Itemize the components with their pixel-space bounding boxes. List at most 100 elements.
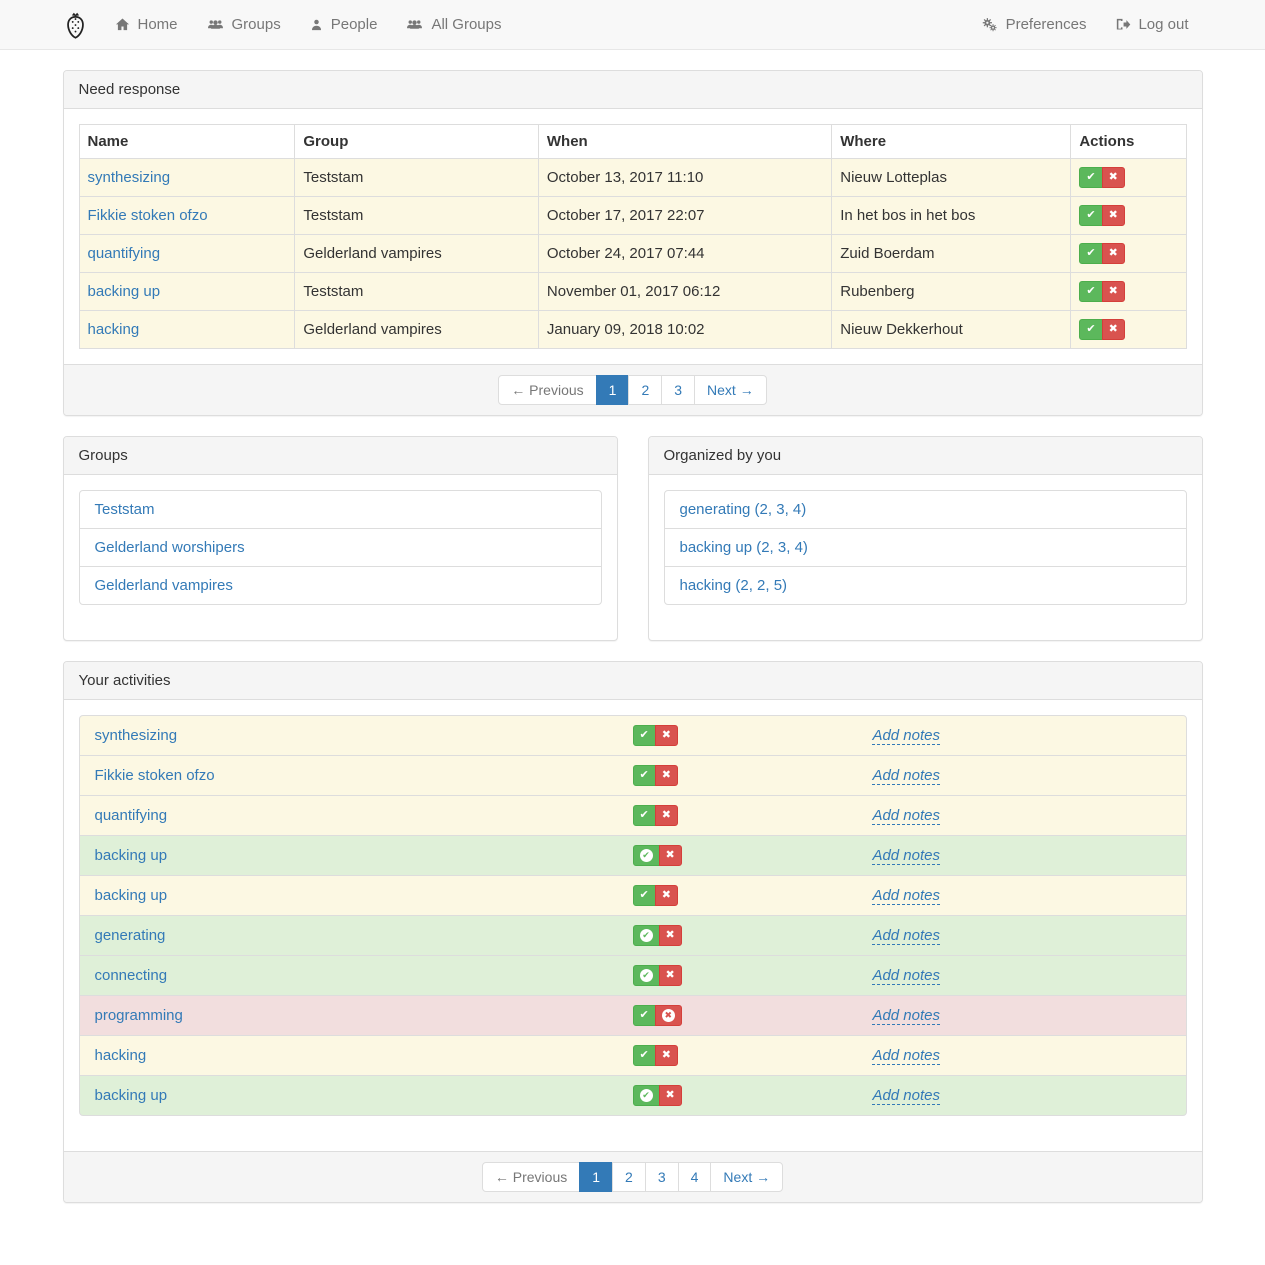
pagination-previous[interactable]: ← Previous — [498, 375, 596, 405]
decline-button[interactable]: ✖ — [1102, 281, 1125, 302]
x-icon: ✖ — [1109, 324, 1118, 335]
x-icon: ✖ — [666, 930, 675, 941]
accept-button[interactable]: ✔✔ — [633, 845, 660, 866]
organized-activity-link[interactable]: generating (2, 3, 4) — [664, 490, 1187, 529]
pagination-page-1[interactable]: 1 — [596, 375, 630, 405]
accept-button[interactable]: ✔ — [1079, 319, 1102, 340]
navbar-right: Preferences Log out — [966, 0, 1203, 49]
your-activities-title: Your activities — [64, 662, 1202, 700]
add-notes-link[interactable]: Add notes — [872, 767, 940, 785]
add-notes-link[interactable]: Add notes — [872, 807, 940, 825]
accept-button[interactable]: ✔✔ — [633, 1045, 656, 1066]
add-notes-link[interactable]: Add notes — [872, 967, 940, 985]
row-group: Gelderland vampires — [295, 311, 539, 349]
nav-groups[interactable]: Groups — [192, 0, 295, 49]
top-navbar: Home Groups People All Groups Preference… — [0, 0, 1265, 50]
pagination-page-2[interactable]: 2 — [612, 1162, 646, 1192]
pagination-page-3[interactable]: 3 — [661, 375, 695, 405]
need-response-title: Need response — [64, 71, 1202, 109]
decline-button[interactable]: ✖ — [1102, 243, 1125, 264]
organized-activity-link[interactable]: hacking (2, 2, 5) — [664, 566, 1187, 605]
group-link[interactable]: Gelderland vampires — [79, 566, 602, 605]
accept-button[interactable]: ✔✔ — [633, 1085, 660, 1106]
activity-link[interactable]: quantifying — [95, 807, 168, 824]
add-notes-link[interactable]: Add notes — [872, 887, 940, 905]
activity-link[interactable]: programming — [95, 1007, 183, 1024]
nav-all-groups-label: All Groups — [431, 16, 501, 33]
accept-button[interactable]: ✔✔ — [633, 925, 660, 946]
pagination-page-3[interactable]: 3 — [645, 1162, 679, 1192]
decline-button[interactable]: ✖ — [1102, 205, 1125, 226]
check-circle-icon: ✔ — [640, 929, 653, 942]
decline-button[interactable]: ✖✖ — [655, 1005, 682, 1026]
decline-button[interactable]: ✖✖ — [655, 805, 678, 826]
row-where: Nieuw Dekkerhout — [832, 311, 1071, 349]
organized-activity-link[interactable]: backing up (2, 3, 4) — [664, 528, 1187, 567]
activity-link[interactable]: backing up — [95, 847, 168, 864]
nav-all-groups[interactable]: All Groups — [391, 0, 515, 49]
pagination-next[interactable]: Next → — [694, 375, 767, 405]
activity-link[interactable]: Fikkie stoken ofzo — [95, 767, 215, 784]
decline-button[interactable]: ✖✖ — [655, 885, 678, 906]
decline-button[interactable]: ✖✖ — [659, 925, 682, 946]
add-notes-link[interactable]: Add notes — [872, 847, 940, 865]
add-notes-link[interactable]: Add notes — [872, 727, 940, 745]
decline-button[interactable]: ✖✖ — [659, 965, 682, 986]
decline-button[interactable]: ✖ — [1102, 167, 1125, 188]
accept-button[interactable]: ✔ — [1079, 167, 1102, 188]
pagination-next[interactable]: Next → — [710, 1162, 783, 1192]
accept-button[interactable]: ✔✔ — [633, 725, 656, 746]
group-link[interactable]: Gelderland worshipers — [79, 528, 602, 567]
activity-link[interactable]: backing up — [88, 283, 161, 300]
nav-people[interactable]: People — [295, 0, 392, 49]
accept-button[interactable]: ✔✔ — [633, 805, 656, 826]
activity-link[interactable]: generating — [95, 927, 166, 944]
add-notes-link[interactable]: Add notes — [872, 927, 940, 945]
nav-logout[interactable]: Log out — [1100, 0, 1202, 49]
accept-button[interactable]: ✔✔ — [633, 885, 656, 906]
col-header-where: Where — [832, 125, 1071, 159]
need-response-footer: ← Previous 1 2 3 Next → — [64, 364, 1202, 415]
accept-button[interactable]: ✔✔ — [633, 1005, 656, 1026]
accept-button[interactable]: ✔✔ — [633, 965, 660, 986]
pagination-page-2[interactable]: 2 — [628, 375, 662, 405]
check-icon: ✔ — [1086, 286, 1095, 297]
decline-button[interactable]: ✖✖ — [655, 765, 678, 786]
activity-link[interactable]: backing up — [95, 887, 168, 904]
activity-link[interactable]: connecting — [95, 967, 168, 984]
add-notes-link[interactable]: Add notes — [872, 1047, 940, 1065]
row-group: Gelderland vampires — [295, 235, 539, 273]
activity-link[interactable]: quantifying — [88, 245, 161, 262]
nav-home[interactable]: Home — [100, 0, 192, 49]
activity-link[interactable]: backing up — [95, 1087, 168, 1104]
decline-button[interactable]: ✖✖ — [659, 1085, 682, 1106]
decline-button[interactable]: ✖✖ — [655, 1045, 678, 1066]
activity-link[interactable]: hacking — [95, 1047, 147, 1064]
group-link[interactable]: Teststam — [79, 490, 602, 529]
brand-logo[interactable] — [63, 0, 100, 49]
row-when: October 24, 2017 07:44 — [538, 235, 831, 273]
need-response-table: Name Group When Where Actions synthesizi… — [79, 124, 1187, 349]
accept-button[interactable]: ✔ — [1079, 281, 1102, 302]
x-icon: ✖ — [662, 890, 671, 901]
row-group: Teststam — [295, 159, 539, 197]
add-notes-link[interactable]: Add notes — [872, 1007, 940, 1025]
pagination-page-4[interactable]: 4 — [678, 1162, 712, 1192]
accept-button[interactable]: ✔ — [1079, 243, 1102, 264]
activity-link[interactable]: Fikkie stoken ofzo — [88, 207, 208, 224]
accept-button[interactable]: ✔ — [1079, 205, 1102, 226]
decline-button[interactable]: ✖ — [1102, 319, 1125, 340]
row-where: In het bos in het bos — [832, 197, 1071, 235]
activity-link[interactable]: synthesizing — [88, 169, 171, 186]
accept-button[interactable]: ✔✔ — [633, 765, 656, 786]
nav-preferences[interactable]: Preferences — [966, 0, 1101, 49]
decline-button[interactable]: ✖✖ — [659, 845, 682, 866]
activity-link[interactable]: synthesizing — [95, 727, 178, 744]
activity-row: programming ✔✔✖✖ Add notes — [79, 995, 1187, 1036]
add-notes-link[interactable]: Add notes — [872, 1087, 940, 1105]
users-icon — [206, 16, 225, 33]
activity-link[interactable]: hacking — [88, 321, 140, 338]
pagination-page-1[interactable]: 1 — [579, 1162, 613, 1192]
pagination-previous[interactable]: ← Previous — [482, 1162, 580, 1192]
decline-button[interactable]: ✖✖ — [655, 725, 678, 746]
